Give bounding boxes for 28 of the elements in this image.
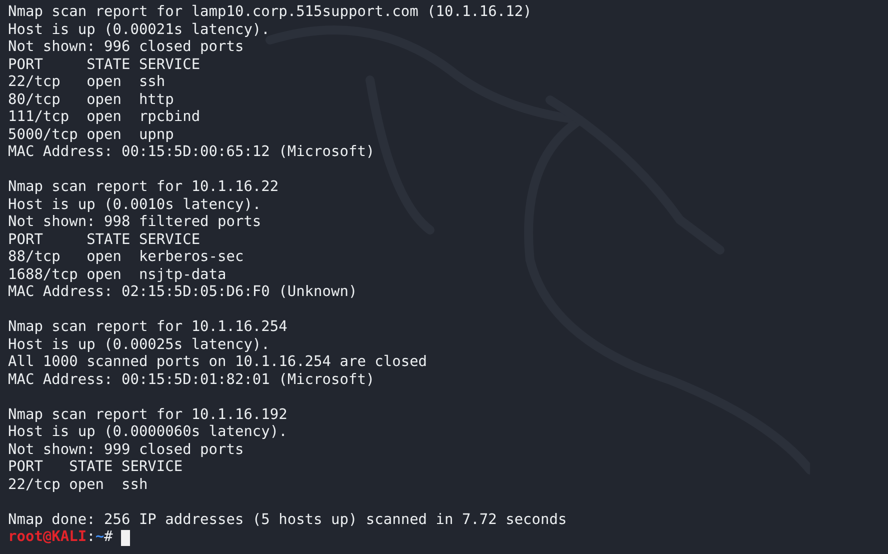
output-line: Host is up (0.00025s latency). — [8, 336, 271, 354]
output-line: Nmap scan report for 10.1.16.254 — [8, 319, 288, 336]
output-line: 5000/tcp open upnp — [8, 126, 175, 144]
shell-prompt: root@KALI:~# — [8, 529, 113, 546]
output-line: 22/tcp open ssh — [8, 476, 149, 494]
output-line: Nmap scan report for 10.1.16.22 — [8, 179, 280, 196]
output-line: PORT STATE SERVICE — [8, 56, 202, 74]
output-line: Nmap scan report for lamp10.corp.515support.com (10.1.16.12) — [8, 4, 533, 22]
output-line: Host is up (0.0000060s latency). — [8, 424, 288, 442]
output-line: Nmap scan report for 10.1.16.192 — [8, 406, 288, 424]
output-line: Host is up (0.0010s latency). — [8, 196, 262, 214]
output-line: Not shown: 999 closed ports — [8, 442, 245, 459]
output-line: PORT STATE SERVICE — [8, 232, 202, 249]
output-line: Not shown: 996 closed ports — [8, 39, 245, 56]
output-line: Not shown: 998 filtered ports — [8, 214, 262, 232]
output-line: MAC Address: 00:15:5D:01:82:01 (Microsoft) — [8, 372, 376, 389]
output-line: MAC Address: 02:15:5D:05:D6:F0 (Unknown) — [8, 284, 358, 302]
output-line: 88/tcp open kerberos-sec — [8, 249, 245, 266]
output-line: All 1000 scanned ports on 10.1.16.254 are closed — [8, 354, 428, 372]
output-line: MAC Address: 00:15:5D:00:65:12 (Microsoft) — [8, 144, 376, 162]
output-line: Host is up (0.00021s latency). — [8, 22, 271, 39]
output-line: 1688/tcp open nsjtp-data — [8, 266, 228, 284]
text-cursor — [120, 530, 130, 546]
output-line: 111/tcp open rpcbind — [8, 109, 202, 126]
summary-line: Nmap done: 256 IP addresses (5 hosts up) scanned in 7.72 seconds — [8, 512, 568, 529]
output-line: 80/tcp open http — [8, 92, 175, 109]
output-line: PORT STATE SERVICE — [8, 459, 184, 476]
output-line: 22/tcp open ssh — [8, 74, 166, 92]
